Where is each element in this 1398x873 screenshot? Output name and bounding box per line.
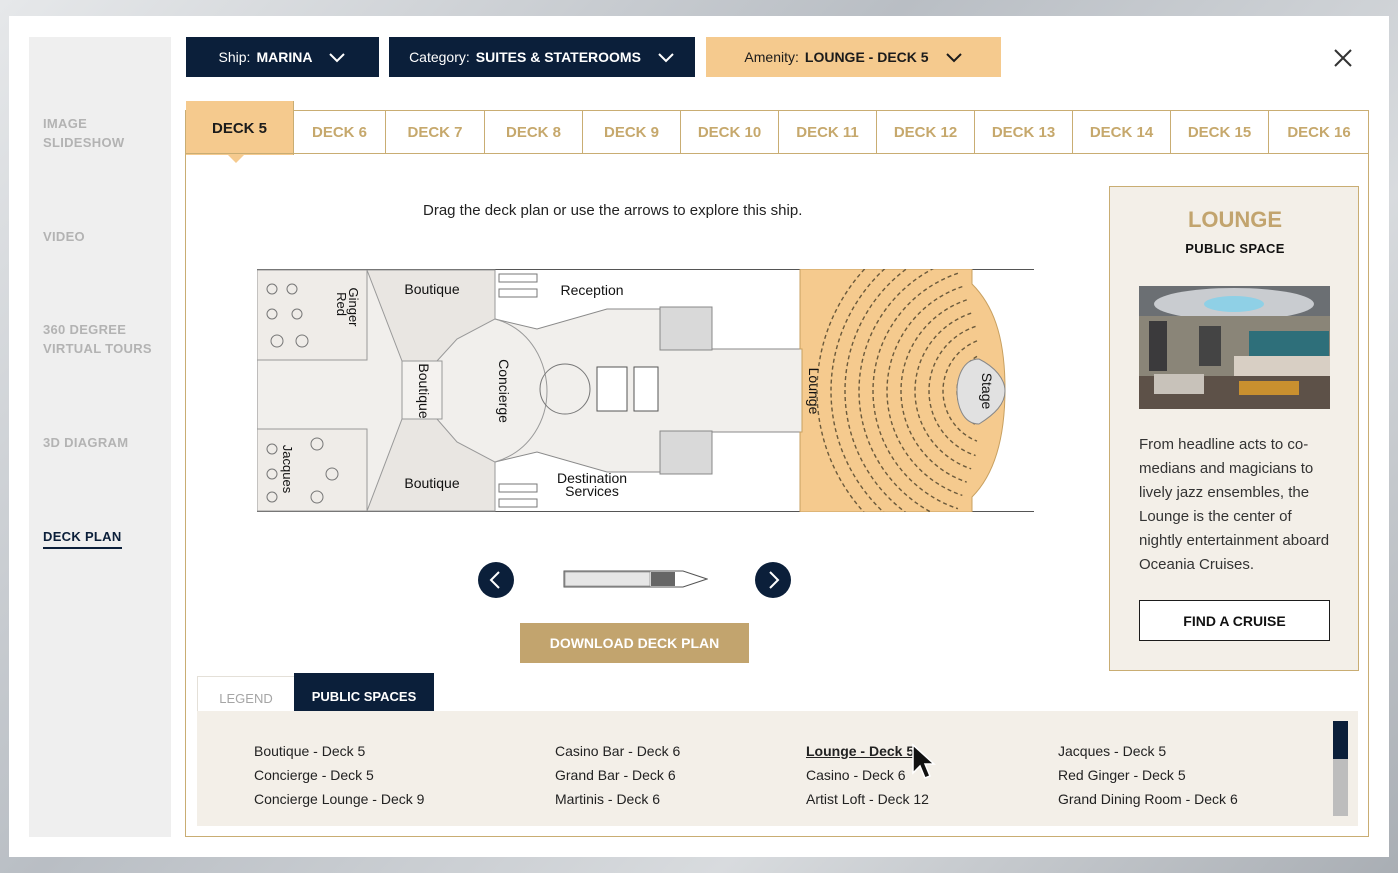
deck-tabs: DECK 5 DECK 6 DECK 7 DECK 8 DECK 9 DECK … xyxy=(185,101,1369,163)
list-item[interactable]: Casino Bar - Deck 6 xyxy=(555,739,680,763)
ship-minimap[interactable] xyxy=(563,568,708,590)
plan-label-concierge: Concierge xyxy=(496,359,512,423)
list-item[interactable]: Artist Loft - Deck 12 xyxy=(806,787,929,811)
tab-deck-16[interactable]: DECK 16 xyxy=(1269,111,1369,154)
plan-label-reception: Reception xyxy=(560,282,623,298)
amenity-info-card: LOUNGE PUBLIC SPACE From headline acts t… xyxy=(1109,186,1359,671)
public-spaces-column: Casino Bar - Deck 6 Grand Bar - Deck 6 M… xyxy=(555,739,680,811)
ship-dropdown-prefix: Ship: xyxy=(218,49,251,65)
tab-deck-13[interactable]: DECK 13 xyxy=(975,111,1073,154)
list-item[interactable]: Concierge Lounge - Deck 9 xyxy=(254,787,424,811)
public-spaces-column: Jacques - Deck 5 Red Ginger - Deck 5 Gra… xyxy=(1058,739,1238,811)
deck-plan-map[interactable]: Boutique Boutique Boutique Red Ginger Ja… xyxy=(257,269,1034,512)
amenity-dropdown-prefix: Amenity: xyxy=(744,49,799,65)
tab-deck-8[interactable]: DECK 8 xyxy=(485,111,583,154)
amenity-description: From headline acts to co-medians and mag… xyxy=(1139,436,1330,573)
ship-dropdown[interactable]: Ship: MARINA xyxy=(186,37,379,77)
category-dropdown-value: SUITES & STATEROOMS xyxy=(475,49,641,65)
tab-deck-9[interactable]: DECK 9 xyxy=(583,111,681,154)
plan-label-boutique-mid: Boutique xyxy=(416,363,432,418)
tab-deck-15[interactable]: DECK 15 xyxy=(1171,111,1269,154)
chevron-down-icon xyxy=(329,53,346,63)
public-spaces-list: Boutique - Deck 5 Concierge - Deck 5 Con… xyxy=(197,711,1358,826)
plan-label-ginger: Ginger xyxy=(346,287,361,327)
chevron-down-icon xyxy=(945,53,962,63)
category-dropdown[interactable]: Category: SUITES & STATEROOMS xyxy=(389,37,695,77)
amenity-subtitle: PUBLIC SPACE xyxy=(1185,241,1285,256)
chevron-right-icon xyxy=(769,571,780,589)
plan-label-jacques: Jacques xyxy=(280,445,295,494)
list-item[interactable]: Martinis - Deck 6 xyxy=(555,787,680,811)
sidebar-item-deck-plan[interactable]: DECK PLAN xyxy=(43,527,122,549)
scrollbar-thumb[interactable] xyxy=(1333,721,1348,759)
list-item[interactable]: Grand Dining Room - Deck 6 xyxy=(1058,787,1238,811)
drag-hint: Drag the deck plan or use the arrows to … xyxy=(423,202,803,219)
download-deck-plan-button[interactable]: DOWNLOAD DECK PLAN xyxy=(520,623,749,663)
mouse-cursor-icon xyxy=(912,743,936,779)
tab-deck-11[interactable]: DECK 11 xyxy=(779,111,877,154)
chevron-left-icon xyxy=(489,571,500,589)
sidebar-item-3d-diagram[interactable]: 3D DIAGRAM xyxy=(43,433,168,452)
find-a-cruise-button[interactable]: FIND A CRUISE xyxy=(1139,600,1330,641)
tab-deck-14[interactable]: DECK 14 xyxy=(1073,111,1171,154)
sidebar: IMAGE SLIDESHOW VIDEO 360 DEGREE VIRTUAL… xyxy=(29,37,171,837)
prev-deck-arrow[interactable] xyxy=(478,562,514,598)
deck-plan-modal: IMAGE SLIDESHOW VIDEO 360 DEGREE VIRTUAL… xyxy=(9,16,1389,857)
lounge-photo xyxy=(1139,286,1330,409)
public-spaces-column: Boutique - Deck 5 Concierge - Deck 5 Con… xyxy=(254,739,424,811)
list-item[interactable]: Concierge - Deck 5 xyxy=(254,763,424,787)
tab-deck-6[interactable]: DECK 6 xyxy=(294,111,386,154)
tab-deck-5[interactable]: DECK 5 xyxy=(186,101,294,163)
list-scrollbar[interactable] xyxy=(1333,721,1348,816)
plan-label-boutique-bottom: Boutique xyxy=(404,475,459,491)
amenity-dropdown[interactable]: Amenity: LOUNGE - DECK 5 xyxy=(706,37,1001,77)
close-icon[interactable] xyxy=(1331,46,1355,70)
sidebar-item-video[interactable]: VIDEO xyxy=(43,227,168,246)
tab-deck-10[interactable]: DECK 10 xyxy=(681,111,779,154)
chevron-down-icon xyxy=(658,53,674,63)
list-item[interactable]: Jacques - Deck 5 xyxy=(1058,739,1238,763)
plan-label-stage: Stage xyxy=(979,373,995,410)
list-item[interactable]: Grand Bar - Deck 6 xyxy=(555,763,680,787)
plan-label-services: Services xyxy=(565,483,619,499)
amenity-title: LOUNGE xyxy=(1187,207,1283,232)
ship-dropdown-value: MARINA xyxy=(256,49,313,65)
tab-deck-12[interactable]: DECK 12 xyxy=(877,111,975,154)
next-deck-arrow[interactable] xyxy=(755,562,791,598)
plan-label-boutique-top: Boutique xyxy=(404,281,459,297)
list-item[interactable]: Boutique - Deck 5 xyxy=(254,739,424,763)
category-dropdown-prefix: Category: xyxy=(409,49,470,65)
amenity-dropdown-value: LOUNGE - DECK 5 xyxy=(804,49,929,65)
plan-label-lounge: Lounge xyxy=(806,368,822,415)
list-item[interactable]: Red Ginger - Deck 5 xyxy=(1058,763,1238,787)
sidebar-item-virtual-tours[interactable]: 360 DEGREE VIRTUAL TOURS xyxy=(43,320,168,358)
tab-deck-7[interactable]: DECK 7 xyxy=(386,111,485,154)
sidebar-item-image-slideshow[interactable]: IMAGE SLIDESHOW xyxy=(43,114,168,152)
